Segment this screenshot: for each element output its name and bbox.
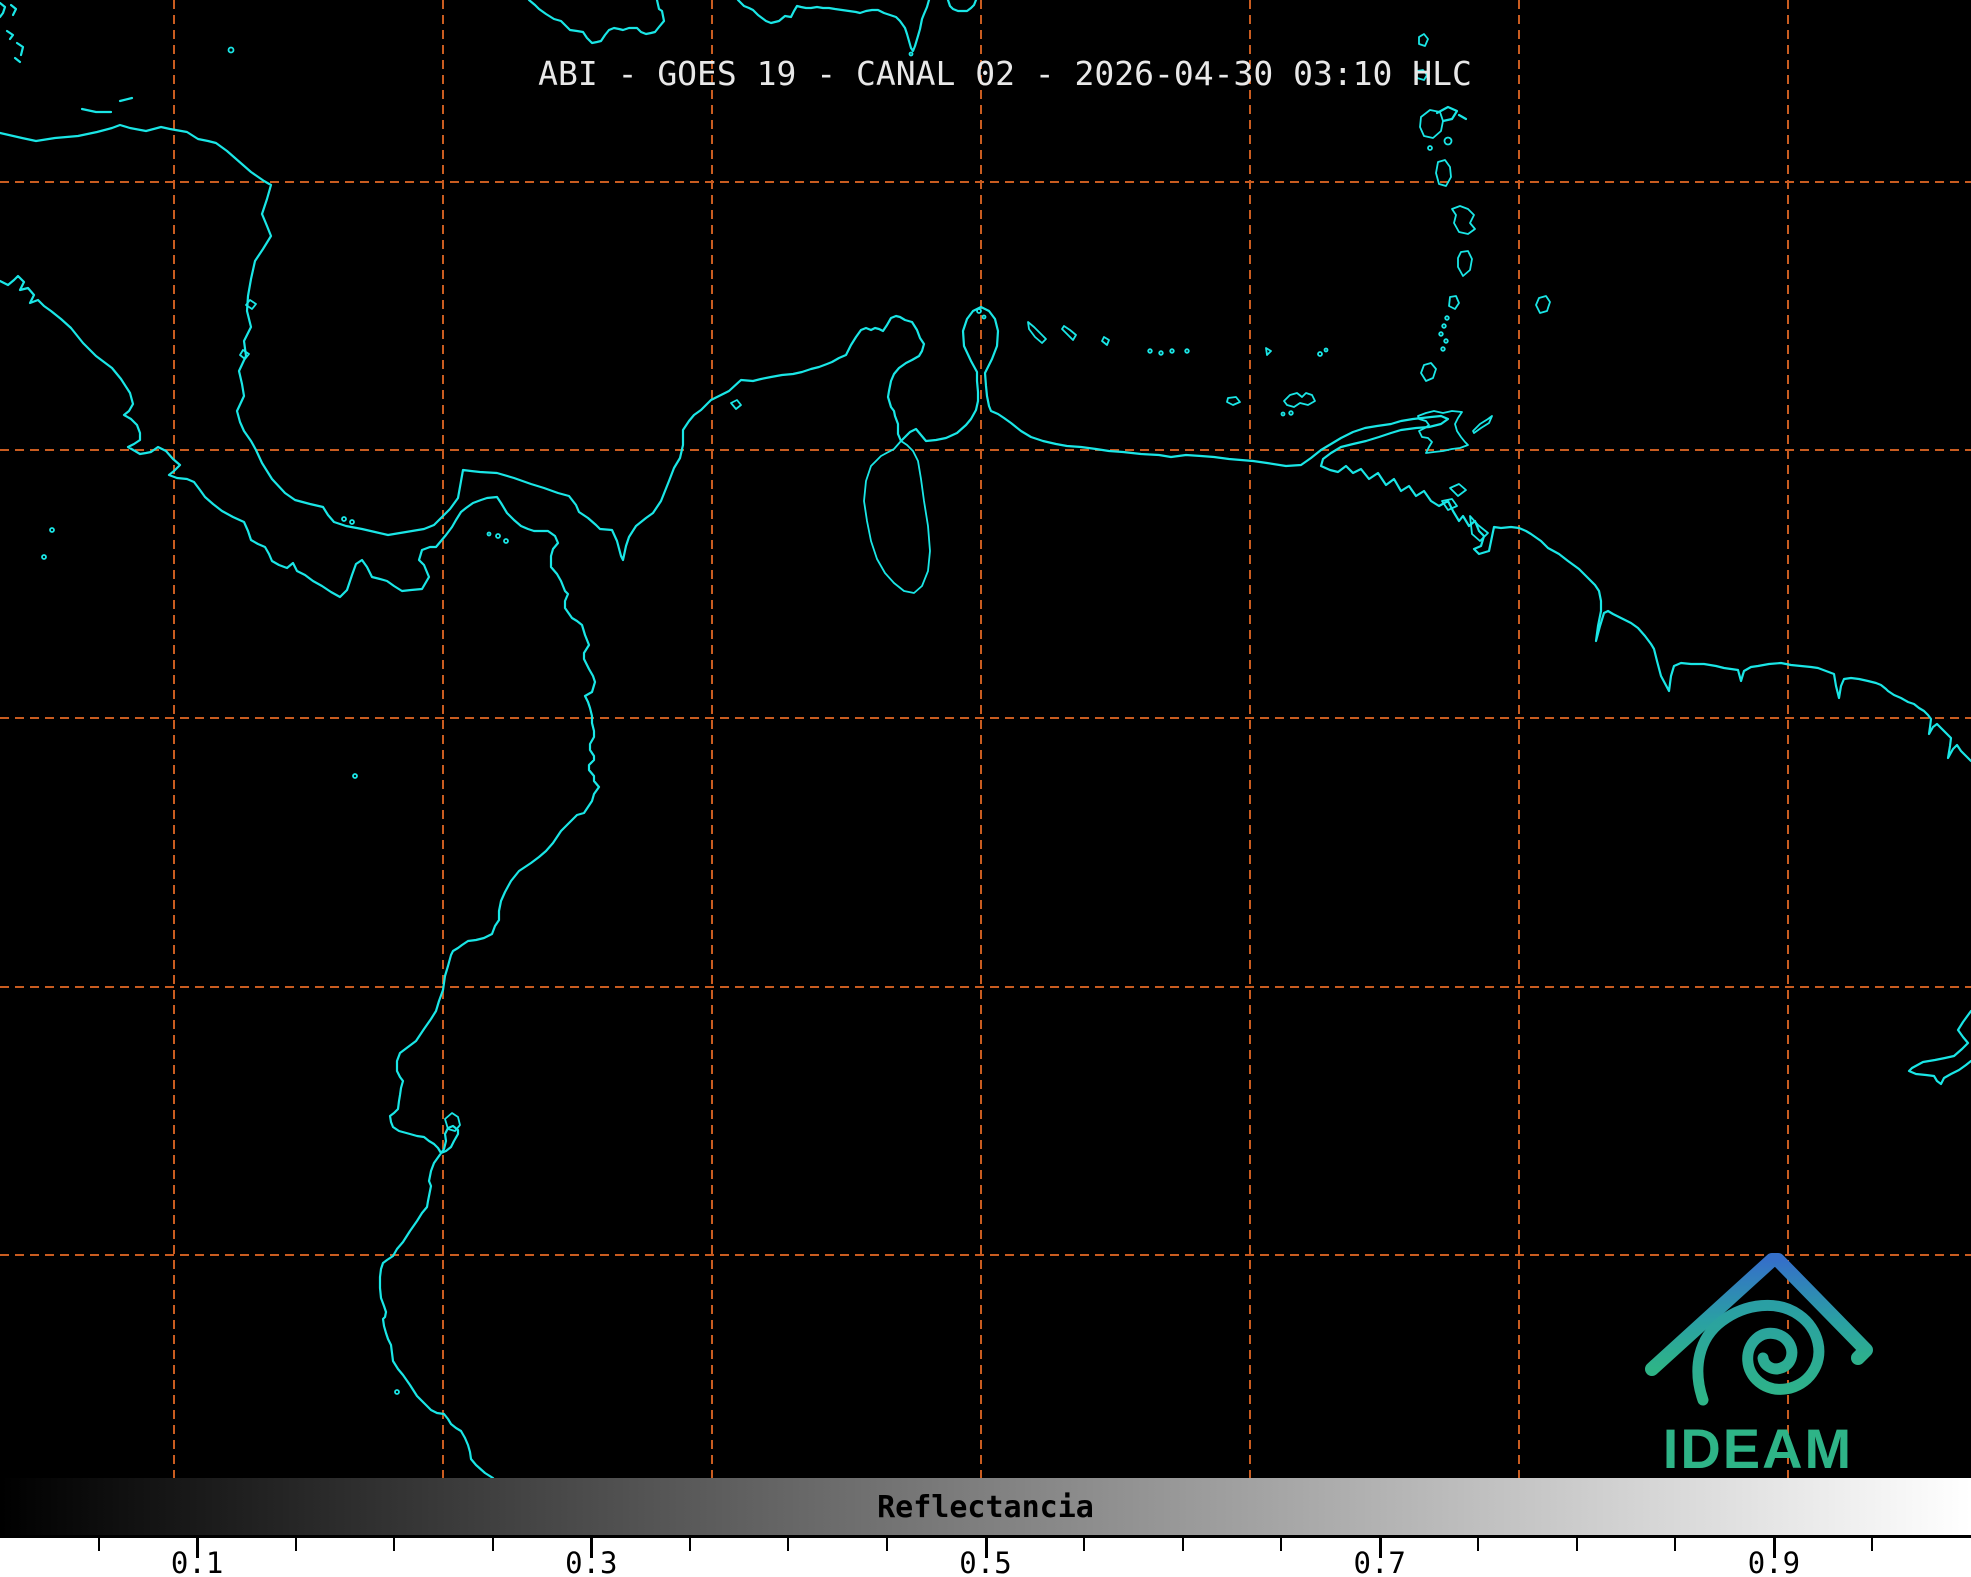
island-dot — [395, 1390, 399, 1394]
coastline — [1459, 115, 1466, 119]
island-dot — [342, 517, 346, 521]
colorbar-minor-tick — [295, 1538, 297, 1551]
ideam-logo: IDEAM — [1652, 1260, 1866, 1478]
colorbar-minor-tick — [1083, 1538, 1085, 1551]
latlon-gridlines — [0, 0, 1971, 1478]
island-dot — [488, 533, 491, 536]
colorbar-major-tick — [590, 1538, 593, 1558]
island-dot — [1428, 146, 1432, 150]
island-dot — [1445, 138, 1452, 145]
coastline — [1450, 484, 1466, 496]
coastline — [240, 350, 249, 359]
colorbar-major-tick — [1379, 1538, 1382, 1558]
map-canvas: IDEAM — [0, 0, 1971, 1478]
coastline — [1284, 393, 1315, 407]
coastline — [1028, 322, 1046, 343]
coastline — [0, 276, 599, 1478]
coastline — [864, 441, 930, 593]
logo-text: IDEAM — [1663, 1417, 1853, 1478]
coastline — [1452, 206, 1475, 234]
colorbar-minor-tick — [1674, 1538, 1676, 1551]
island-dot — [977, 309, 981, 313]
coastline — [1449, 296, 1459, 309]
coastlines — [0, 0, 1971, 1478]
island-dot — [1282, 413, 1285, 416]
coastline — [82, 109, 111, 112]
colorbar-label: Reflectancia — [877, 1490, 1094, 1525]
island-dot — [1289, 411, 1293, 415]
coastline — [948, 0, 976, 11]
island-dot — [1148, 349, 1152, 353]
colorbar-minor-tick — [886, 1538, 888, 1551]
island-dot — [42, 555, 46, 559]
island-dot — [350, 520, 354, 524]
island-dot — [1325, 349, 1328, 352]
island-dot — [1441, 347, 1445, 351]
coastline — [1536, 296, 1550, 313]
satellite-map-viewer: IDEAM ABI - GOES 19 - CANAL 02 - 2026-04… — [0, 0, 1971, 1577]
island-dot — [496, 534, 500, 538]
colorbar-axis: 0.1 0.3 0.5 0.7 0.9 — [0, 1538, 1971, 1577]
coastline — [0, 125, 1971, 761]
colorbar-minor-tick — [1280, 1538, 1282, 1551]
colorbar-minor-tick — [98, 1538, 100, 1551]
island-dot — [50, 528, 54, 532]
coastline — [11, 5, 16, 15]
island-dot — [1170, 349, 1174, 353]
coastline — [15, 58, 20, 62]
coastline — [1266, 348, 1271, 355]
map-title: ABI - GOES 19 - CANAL 02 - 2026-04-30 03… — [538, 54, 1472, 93]
colorbar-major-tick — [1773, 1538, 1776, 1558]
coastline — [1420, 110, 1443, 138]
coastline — [1102, 337, 1109, 345]
coastline — [1458, 251, 1472, 276]
coastline — [1062, 326, 1076, 340]
coastline — [1421, 363, 1436, 381]
colorbar-minor-tick — [492, 1538, 494, 1551]
island-dot — [983, 316, 986, 319]
island-dot — [1185, 349, 1189, 353]
island-dot — [1445, 316, 1449, 320]
colorbar-minor-tick — [1576, 1538, 1578, 1551]
colorbar-major-tick — [196, 1538, 199, 1558]
colorbar-minor-tick — [393, 1538, 395, 1551]
coastline — [7, 31, 13, 39]
island-dot — [1439, 332, 1443, 336]
island-dot — [1318, 352, 1322, 356]
reflectance-colorbar: Reflectancia — [0, 1478, 1971, 1538]
island-dot — [504, 539, 508, 543]
logo-spiral-icon — [1698, 1305, 1819, 1400]
coastline — [17, 43, 23, 55]
coastline — [1227, 397, 1240, 405]
island-dot — [353, 774, 357, 778]
coastline — [1909, 1011, 1971, 1084]
coastline — [1419, 34, 1428, 46]
coastline — [120, 98, 132, 101]
colorbar-major-tick — [985, 1538, 988, 1558]
island-dot — [1159, 351, 1163, 355]
island-dot — [1444, 339, 1448, 343]
colorbar-minor-tick — [689, 1538, 691, 1551]
island-dot — [229, 48, 234, 53]
logo-roof-icon — [1652, 1260, 1866, 1369]
coastline — [529, 0, 664, 43]
island-dot — [1442, 324, 1446, 328]
coastline — [445, 1113, 460, 1131]
coastline — [1473, 416, 1492, 433]
colorbar-minor-tick — [1477, 1538, 1479, 1551]
colorbar-minor-tick — [787, 1538, 789, 1551]
coastline — [0, 3, 5, 17]
coastline — [738, 0, 929, 51]
coastline — [731, 400, 741, 409]
colorbar-minor-tick — [1182, 1538, 1184, 1551]
colorbar-minor-tick — [1871, 1538, 1873, 1551]
